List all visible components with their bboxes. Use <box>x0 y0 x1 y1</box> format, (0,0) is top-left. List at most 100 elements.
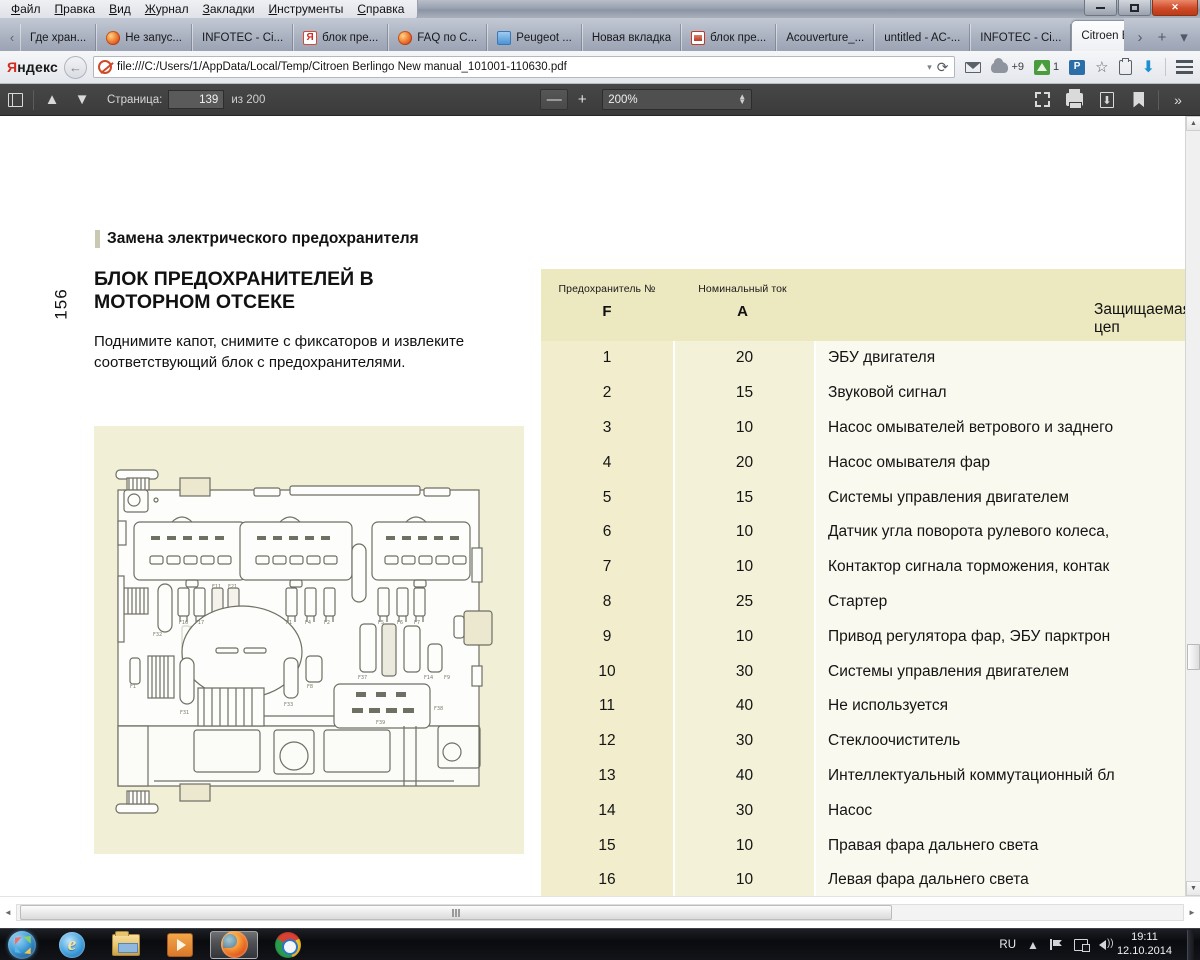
vertical-scrollbar[interactable]: ▲ ▼ <box>1185 116 1200 896</box>
zoom-in-button[interactable]: + <box>568 89 596 110</box>
tab-9[interactable]: untitled - AC-... <box>874 24 971 51</box>
menu-item-history[interactable]: Журнал <box>138 0 196 18</box>
page-side-number: 156 <box>51 288 71 320</box>
taskbar-item-firefox[interactable] <box>210 930 258 959</box>
tab-1[interactable]: Не запус... <box>96 24 192 51</box>
network-button[interactable] <box>1073 938 1090 952</box>
scroll-up-icon[interactable]: ▲ <box>1186 116 1200 131</box>
print-button[interactable] <box>1059 88 1091 112</box>
weather-button[interactable]: +9 <box>991 57 1024 73</box>
menu-item-view[interactable]: Вид <box>102 0 138 18</box>
pocket-button[interactable]: P <box>1069 59 1086 75</box>
restore-button[interactable] <box>1118 0 1151 16</box>
cell-circuit: Стартер <box>828 592 888 610</box>
bookmark-button[interactable] <box>1123 88 1155 112</box>
pdf-viewport[interactable]: 156 Замена электрического предохранителя… <box>0 116 1200 896</box>
downloads-icon[interactable]: ⬇ <box>1142 57 1155 77</box>
menu-item-edit[interactable]: Правка <box>48 0 103 18</box>
cell-amperage: 20 <box>735 453 754 471</box>
back-button[interactable]: ← <box>64 55 88 79</box>
action-center-button[interactable] <box>1049 939 1063 950</box>
menu-item-tools[interactable]: Инструменты <box>262 0 351 18</box>
tab-8[interactable]: Acouverture_... <box>776 24 875 51</box>
download-button[interactable]: ⬇ <box>1091 88 1123 112</box>
tab-11-active[interactable]: Citroen Be... ✕ <box>1071 20 1124 51</box>
bookmark-star-icon[interactable]: ☆ <box>1095 58 1108 76</box>
show-desktop-button[interactable] <box>1187 929 1194 960</box>
volume-button[interactable] <box>1098 938 1114 950</box>
notifications-button[interactable]: 1 <box>1034 59 1059 75</box>
svg-text:F5: F5 <box>378 620 384 626</box>
download-icon: ⬇ <box>1099 91 1114 108</box>
chevron-down-icon[interactable]: ▾ <box>927 62 932 73</box>
taskbar-item-chrome[interactable] <box>264 931 312 959</box>
menu-item-help[interactable]: Справка <box>350 0 411 18</box>
scroll-down-icon[interactable]: ▼ <box>1186 881 1200 896</box>
tab-label: INFOTEC - Ci... <box>980 31 1062 44</box>
tab-10[interactable]: INFOTEC - Ci... <box>970 24 1072 51</box>
tab-label: FAQ по С... <box>417 31 478 44</box>
pocket-icon: P <box>1069 59 1086 75</box>
minimize-button[interactable] <box>1084 0 1117 16</box>
taskbar-item-internet-explorer[interactable] <box>48 931 96 959</box>
cell-fuse: 13 <box>598 766 616 784</box>
horizontal-scrollbar-track[interactable] <box>16 904 1184 921</box>
close-button[interactable]: ✕ <box>1152 0 1198 16</box>
address-bar[interactable]: file:///C:/Users/1/AppData/Local/Temp/Ci… <box>93 56 956 78</box>
menu-item-bookmarks[interactable]: Закладки <box>196 0 262 18</box>
horizontal-scrollbar-thumb[interactable] <box>20 905 892 920</box>
mail-button[interactable] <box>965 61 982 73</box>
windows-logo-icon <box>8 930 36 959</box>
language-indicator[interactable]: RU <box>999 939 1016 951</box>
hamburger-menu-icon[interactable] <box>1176 60 1193 74</box>
scroll-left-icon[interactable]: ◄ <box>0 904 16 921</box>
svg-text:F37: F37 <box>358 675 367 681</box>
table-column-fuse: 1 2 3 4 5 6 7 8 9 10 11 12 13 14 15 16 1 <box>541 341 673 896</box>
cell-fuse: 1 <box>602 349 612 367</box>
cell-amperage: 10 <box>735 627 754 645</box>
zoom-out-button[interactable]: — <box>540 89 569 110</box>
clipboard-button[interactable] <box>1118 57 1132 75</box>
new-tab-button[interactable]: + <box>1152 27 1172 47</box>
reload-icon[interactable]: ⟳ <box>937 59 951 76</box>
svg-text:F38: F38 <box>434 706 443 712</box>
tab-4[interactable]: FAQ по С... <box>388 24 488 51</box>
cell-circuit: Стеклоочиститель <box>828 732 961 750</box>
body-paragraph: Поднимите капот, снимите с фиксаторов и … <box>94 333 465 371</box>
next-page-button[interactable]: ▼ <box>67 88 97 112</box>
tab-7[interactable]: блок пре... <box>681 24 777 51</box>
list-all-tabs-icon[interactable]: ▾ <box>1174 27 1194 47</box>
svg-text:F31: F31 <box>180 710 189 716</box>
tab-scroll-left-icon[interactable]: ‹ <box>4 23 20 51</box>
column-header-fuse-symbol: F <box>602 303 612 320</box>
tab-0[interactable]: Где хран... <box>20 24 97 51</box>
start-button[interactable] <box>2 930 42 960</box>
cell-circuit: Контактор сигнала торможения, контак <box>828 558 1110 576</box>
tab-5[interactable]: Peugeot ... <box>487 24 582 51</box>
tab-3[interactable]: Я блок пре... <box>293 24 389 51</box>
arrow-down-icon: ▼ <box>74 91 90 108</box>
previous-page-button[interactable]: ▲ <box>37 88 67 112</box>
zoom-select[interactable]: 200% ▲ ▼ <box>602 89 753 110</box>
scroll-right-icon[interactable]: ► <box>1184 904 1200 921</box>
more-tools-button[interactable]: » <box>1162 88 1194 112</box>
menu-bar: Файл Правка Вид Журнал Закладки Инструме… <box>0 0 419 19</box>
vertical-scrollbar-thumb[interactable] <box>1187 644 1200 670</box>
sidebar-toggle-button[interactable] <box>0 88 30 112</box>
tab-2[interactable]: INFOTEC - Ci... <box>192 24 294 51</box>
tab-scroll-right-icon[interactable]: › <box>1130 27 1150 47</box>
chrome-icon <box>275 931 301 958</box>
windows-taskbar: RU ▲ 19:11 12.10.2014 <box>0 928 1200 960</box>
tab-6[interactable]: Новая вкладка <box>581 24 682 51</box>
taskbar-item-file-explorer[interactable] <box>102 930 150 959</box>
horizontal-scrollbar[interactable]: ◄ ► <box>0 896 1200 928</box>
menu-item-file[interactable]: Файл <box>4 0 48 18</box>
svg-text:F4: F4 <box>305 620 311 626</box>
clock[interactable]: 19:11 12.10.2014 <box>1117 931 1172 959</box>
presentation-mode-button[interactable] <box>1027 88 1059 112</box>
show-hidden-icons[interactable]: ▲ <box>1027 938 1039 952</box>
taskbar-item-media-player[interactable] <box>156 931 204 959</box>
page-number-input[interactable]: 139 <box>168 90 225 109</box>
cell-fuse: 10 <box>598 662 616 680</box>
pdf-right-tools: ⬇ » <box>1027 88 1200 112</box>
